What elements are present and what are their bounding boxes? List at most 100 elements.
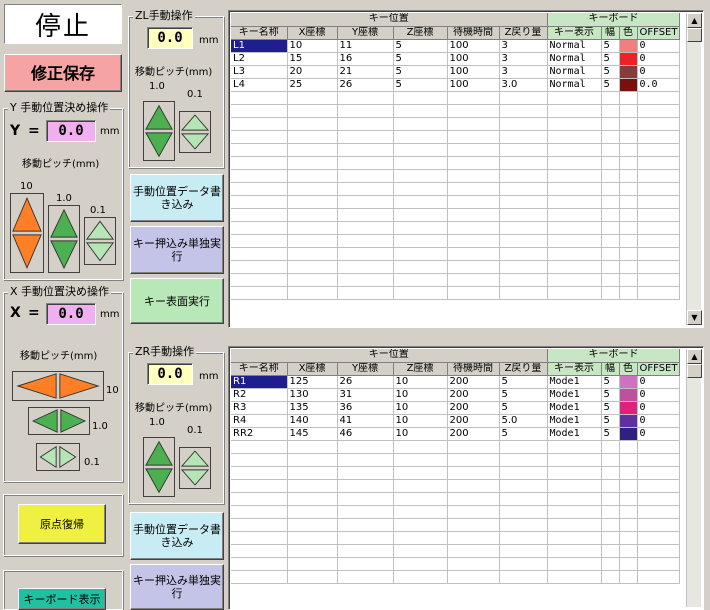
empty-cell[interactable] bbox=[393, 453, 448, 467]
empty-cell[interactable] bbox=[447, 247, 500, 261]
empty-cell[interactable] bbox=[619, 143, 638, 157]
empty-cell[interactable] bbox=[231, 453, 288, 467]
table-row[interactable] bbox=[231, 492, 681, 506]
zr-single-press-button[interactable]: キー押込み単独実行 bbox=[130, 564, 224, 610]
empty-cell[interactable] bbox=[393, 156, 448, 170]
empty-cell[interactable] bbox=[499, 440, 548, 454]
empty-cell[interactable] bbox=[287, 544, 338, 558]
empty-cell[interactable] bbox=[447, 286, 500, 300]
empty-cell[interactable] bbox=[393, 273, 448, 287]
empty-cell[interactable] bbox=[637, 234, 681, 248]
cell-z[interactable]: 10 bbox=[393, 375, 448, 389]
empty-cell[interactable] bbox=[547, 169, 602, 183]
cell-wait[interactable]: 100 bbox=[447, 52, 500, 66]
empty-cell[interactable] bbox=[619, 156, 638, 170]
table-row[interactable] bbox=[231, 143, 681, 157]
cell-disp[interactable]: Normal bbox=[547, 65, 602, 79]
empty-cell[interactable] bbox=[287, 234, 338, 248]
empty-cell[interactable] bbox=[337, 505, 394, 519]
cell-disp[interactable]: Mode1 bbox=[547, 401, 602, 415]
empty-cell[interactable] bbox=[337, 130, 394, 144]
cell-wait[interactable]: 200 bbox=[447, 375, 500, 389]
empty-cell[interactable] bbox=[619, 492, 638, 506]
cell-width[interactable]: 5 bbox=[601, 65, 620, 79]
empty-cell[interactable] bbox=[637, 570, 681, 584]
table-row[interactable]: R1 125 26 10 200 5 Mode1 5 0 bbox=[231, 375, 681, 389]
empty-cell[interactable] bbox=[637, 466, 681, 480]
empty-cell[interactable] bbox=[601, 234, 620, 248]
empty-cell[interactable] bbox=[601, 195, 620, 209]
cell-wait[interactable]: 200 bbox=[447, 388, 500, 402]
empty-cell[interactable] bbox=[619, 570, 638, 584]
empty-cell[interactable] bbox=[601, 544, 620, 558]
empty-cell[interactable] bbox=[231, 234, 288, 248]
empty-cell[interactable] bbox=[601, 531, 620, 545]
cell-name[interactable]: R3 bbox=[231, 401, 288, 415]
empty-cell[interactable] bbox=[619, 117, 638, 131]
empty-cell[interactable] bbox=[231, 440, 288, 454]
cell-z[interactable]: 5 bbox=[393, 78, 448, 92]
empty-cell[interactable] bbox=[337, 169, 394, 183]
empty-cell[interactable] bbox=[547, 234, 602, 248]
empty-cell[interactable] bbox=[231, 492, 288, 506]
empty-cell[interactable] bbox=[447, 104, 500, 118]
empty-cell[interactable] bbox=[601, 104, 620, 118]
empty-cell[interactable] bbox=[337, 208, 394, 222]
empty-cell[interactable] bbox=[619, 440, 638, 454]
zl-move-01-buttons[interactable] bbox=[179, 111, 211, 153]
empty-cell[interactable] bbox=[231, 247, 288, 261]
empty-cell[interactable] bbox=[601, 505, 620, 519]
table-row[interactable] bbox=[231, 130, 681, 144]
cell-offset[interactable]: 0 bbox=[637, 388, 681, 402]
empty-cell[interactable] bbox=[619, 557, 638, 571]
cell-disp[interactable]: Normal bbox=[547, 78, 602, 92]
cell-disp[interactable]: Mode1 bbox=[547, 427, 602, 441]
cell-width[interactable]: 5 bbox=[601, 427, 620, 441]
cell-disp[interactable]: Normal bbox=[547, 39, 602, 53]
zr-key-table[interactable]: キー位置 キーボード キー名称 X座標 Y座標 Z座標 待機時間 Z戻り量 キー表示幅色 OFFS… bbox=[228, 346, 704, 610]
empty-cell[interactable] bbox=[231, 104, 288, 118]
empty-cell[interactable] bbox=[601, 117, 620, 131]
empty-cell[interactable] bbox=[601, 130, 620, 144]
empty-cell[interactable] bbox=[393, 221, 448, 235]
cell-name[interactable]: L3 bbox=[231, 65, 288, 79]
empty-cell[interactable] bbox=[447, 208, 500, 222]
cell-width[interactable]: 5 bbox=[601, 414, 620, 428]
empty-cell[interactable] bbox=[393, 91, 448, 105]
table-row[interactable] bbox=[231, 479, 681, 493]
cell-width[interactable]: 5 bbox=[601, 388, 620, 402]
empty-cell[interactable] bbox=[547, 479, 602, 493]
cell-offset[interactable]: 0 bbox=[637, 52, 681, 66]
empty-cell[interactable] bbox=[393, 195, 448, 209]
color-swatch-cell[interactable] bbox=[619, 52, 638, 66]
x-move-10-buttons[interactable] bbox=[12, 371, 104, 401]
empty-cell[interactable] bbox=[601, 557, 620, 571]
cell-wait[interactable]: 200 bbox=[447, 401, 500, 415]
empty-cell[interactable] bbox=[393, 505, 448, 519]
empty-cell[interactable] bbox=[231, 518, 288, 532]
empty-cell[interactable] bbox=[393, 117, 448, 131]
empty-cell[interactable] bbox=[447, 91, 500, 105]
empty-cell[interactable] bbox=[287, 195, 338, 209]
empty-cell[interactable] bbox=[601, 208, 620, 222]
cell-zret[interactable]: 5 bbox=[499, 375, 548, 389]
cell-x[interactable]: 130 bbox=[287, 388, 338, 402]
empty-cell[interactable] bbox=[547, 518, 602, 532]
empty-cell[interactable] bbox=[619, 195, 638, 209]
empty-cell[interactable] bbox=[287, 531, 338, 545]
empty-cell[interactable] bbox=[287, 91, 338, 105]
empty-cell[interactable] bbox=[287, 117, 338, 131]
empty-cell[interactable] bbox=[393, 557, 448, 571]
cell-z[interactable]: 10 bbox=[393, 401, 448, 415]
cell-wait[interactable]: 100 bbox=[447, 65, 500, 79]
empty-cell[interactable] bbox=[231, 221, 288, 235]
table-row[interactable]: R3 135 36 10 200 5 Mode1 5 0 bbox=[231, 401, 681, 415]
empty-cell[interactable] bbox=[601, 466, 620, 480]
cell-width[interactable]: 5 bbox=[601, 78, 620, 92]
empty-cell[interactable] bbox=[337, 143, 394, 157]
empty-cell[interactable] bbox=[287, 570, 338, 584]
empty-cell[interactable] bbox=[619, 169, 638, 183]
cell-z[interactable]: 10 bbox=[393, 427, 448, 441]
empty-cell[interactable] bbox=[287, 208, 338, 222]
cell-name[interactable]: L2 bbox=[231, 52, 288, 66]
